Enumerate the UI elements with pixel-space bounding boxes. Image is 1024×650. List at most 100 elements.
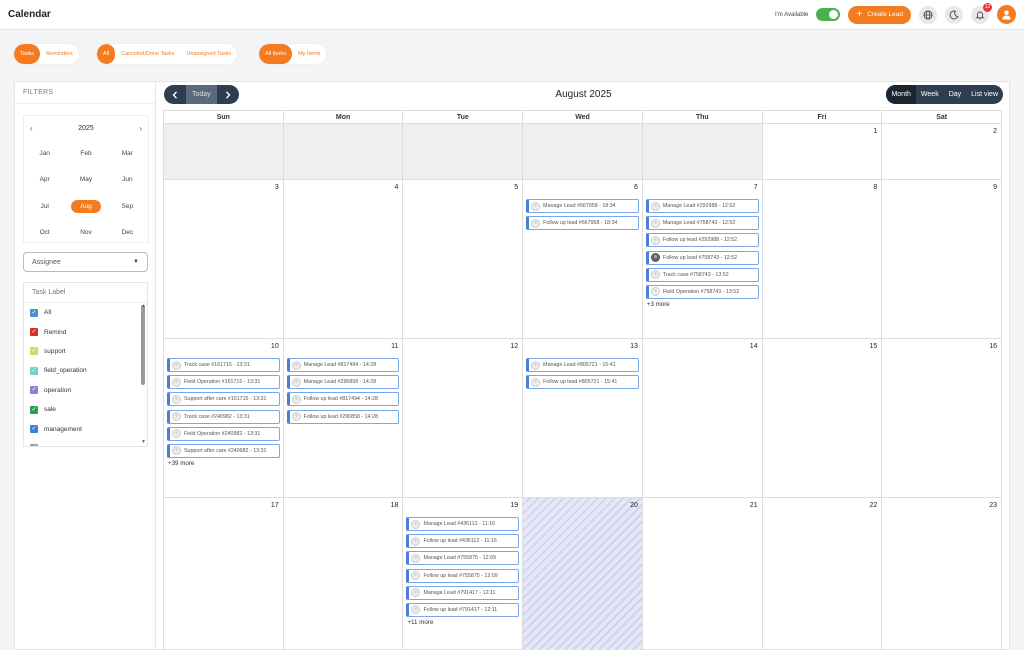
day-cell[interactable] bbox=[282, 124, 403, 179]
month-feb[interactable]: Feb bbox=[65, 140, 106, 167]
month-may[interactable]: May bbox=[65, 167, 106, 194]
prev-month-button[interactable] bbox=[164, 85, 186, 104]
task-label-item[interactable]: ✓ bbox=[24, 439, 147, 446]
day-cell[interactable]: 8 bbox=[761, 180, 882, 338]
pill-status-1[interactable]: Canceled/Done Tasks bbox=[115, 44, 180, 64]
calendar-event[interactable]: Follow up lead #436112 - 11:16 bbox=[406, 534, 520, 549]
pill-scope-1[interactable]: My Items bbox=[292, 44, 326, 64]
calendar-event[interactable]: Manage Lead #791417 - 12:11 bbox=[406, 585, 520, 600]
day-cell[interactable] bbox=[163, 124, 283, 179]
assignee-select[interactable]: Assignee ▼ bbox=[23, 252, 148, 272]
user-avatar[interactable] bbox=[997, 5, 1016, 24]
day-cell[interactable]: 17 bbox=[163, 498, 283, 650]
day-cell[interactable]: 15 bbox=[761, 339, 882, 497]
calendar-event[interactable]: Follow up lead #292988 - 12:52 bbox=[645, 233, 759, 248]
pill-type-1[interactable]: Reminders bbox=[40, 44, 79, 64]
create-lead-button[interactable]: + Create Lead bbox=[848, 5, 911, 24]
month-aug[interactable]: Aug bbox=[65, 193, 106, 220]
calendar-event[interactable]: Manage Lead #290858 - 14:28 bbox=[286, 375, 400, 390]
label-scrollbar[interactable] bbox=[141, 305, 145, 445]
view-list-view-button[interactable]: List view bbox=[966, 85, 1003, 104]
calendar-event[interactable]: Manage Lead #436112 - 11:16 bbox=[406, 517, 520, 531]
month-apr[interactable]: Apr bbox=[24, 167, 65, 194]
pill-scope-0[interactable]: All Items bbox=[259, 44, 293, 64]
prev-year-icon[interactable]: ‹ bbox=[30, 124, 33, 133]
calendar-event[interactable]: Follow up lead #817494 - 14:28 bbox=[286, 392, 400, 407]
day-cell[interactable]: 5 bbox=[402, 180, 522, 338]
day-cell[interactable]: 2 bbox=[881, 124, 1003, 179]
day-cell[interactable]: 20 bbox=[522, 498, 642, 650]
day-cell[interactable]: 23 bbox=[881, 498, 1003, 650]
day-cell[interactable]: 22 bbox=[761, 498, 882, 650]
day-cell[interactable]: 21 bbox=[641, 498, 762, 650]
checkbox-checked-icon[interactable]: ✓ bbox=[30, 444, 38, 446]
checkbox-checked-icon[interactable]: ✓ bbox=[30, 308, 38, 317]
next-month-button[interactable] bbox=[217, 85, 239, 104]
day-cell[interactable]: 6 Manage Lead #667958 - 18:34 Follow up le… bbox=[522, 180, 642, 338]
more-events-link[interactable]: +11 more bbox=[406, 619, 519, 626]
calendar-event[interactable]: Manage Lead #292988 - 12:52 bbox=[645, 199, 759, 213]
day-cell[interactable]: 16 bbox=[881, 339, 1003, 497]
calendar-event[interactable]: Field Operation #240982 - 13:31 bbox=[167, 426, 280, 441]
month-oct[interactable]: Oct bbox=[24, 220, 65, 247]
pill-type-0[interactable]: Tasks bbox=[14, 44, 41, 64]
calendar-event[interactable]: Track case #758743 - 13:52 bbox=[645, 267, 759, 282]
checkbox-checked-icon[interactable]: ✓ bbox=[30, 328, 38, 337]
month-jan[interactable]: Jan bbox=[24, 140, 65, 167]
calendar-event[interactable]: Follow up lead #758743 - 12:52 bbox=[645, 250, 759, 265]
calendar-event[interactable]: Support after care #161715 - 13:31 bbox=[167, 392, 280, 407]
task-label-item[interactable]: ✓ support bbox=[24, 342, 147, 361]
today-button[interactable]: Today bbox=[186, 85, 217, 104]
month-dec[interactable]: Dec bbox=[107, 220, 148, 247]
month-mar[interactable]: Mar bbox=[107, 140, 148, 167]
scrollbar-thumb[interactable] bbox=[141, 305, 145, 385]
task-label-item[interactable]: ✓ Remind bbox=[24, 322, 147, 341]
availability-toggle[interactable] bbox=[816, 8, 841, 21]
day-cell[interactable]: 3 bbox=[163, 180, 283, 338]
month-jul[interactable]: Jul bbox=[24, 193, 65, 220]
task-label-item[interactable]: ✓ field_operation bbox=[24, 361, 147, 380]
more-events-link[interactable]: +39 more bbox=[167, 460, 280, 467]
month-jun[interactable]: Jun bbox=[107, 167, 148, 194]
day-cell[interactable]: 12 bbox=[402, 339, 522, 497]
day-cell[interactable] bbox=[402, 124, 523, 179]
task-label-item[interactable]: ✓ operation bbox=[24, 381, 147, 400]
day-cell[interactable]: 10 Track case #161715 - 13:31 Field Operat… bbox=[163, 339, 283, 497]
language-button[interactable] bbox=[919, 5, 937, 24]
calendar-event[interactable]: Track case #240982 - 13:31 bbox=[167, 409, 280, 424]
calendar-event[interactable]: Follow up lead #755875 - 12:09 bbox=[406, 568, 520, 583]
calendar-event[interactable]: Manage Lead #758743 - 12:52 bbox=[645, 216, 759, 231]
task-label-item[interactable]: ✓ management bbox=[24, 419, 147, 438]
scroll-down-icon[interactable]: ▼ bbox=[141, 439, 146, 445]
task-label-item[interactable]: ✓ All bbox=[24, 303, 147, 322]
checkbox-checked-icon[interactable]: ✓ bbox=[30, 425, 38, 434]
day-cell[interactable]: 18 bbox=[282, 498, 403, 650]
more-events-link[interactable]: +3 more bbox=[646, 301, 759, 308]
calendar-event[interactable]: Manage Lead #817494 - 14:28 bbox=[286, 358, 400, 372]
checkbox-checked-icon[interactable]: ✓ bbox=[30, 386, 38, 395]
calendar-event[interactable]: Track case #161715 - 13:31 bbox=[167, 358, 280, 372]
checkbox-checked-icon[interactable]: ✓ bbox=[30, 347, 38, 356]
calendar-event[interactable]: Follow up lead #667958 - 18:34 bbox=[526, 216, 639, 231]
task-label-item[interactable]: ✓ sale bbox=[24, 400, 147, 419]
day-cell[interactable] bbox=[641, 124, 762, 179]
day-cell[interactable]: 11 Manage Lead #817494 - 14:28 Manage Lead… bbox=[282, 339, 403, 497]
day-cell[interactable]: 19 Manage Lead #436112 - 11:16 Follow up l… bbox=[402, 498, 522, 650]
day-cell[interactable] bbox=[522, 124, 642, 179]
checkbox-checked-icon[interactable]: ✓ bbox=[30, 405, 38, 414]
notifications-button[interactable]: 12 bbox=[971, 2, 992, 24]
next-year-icon[interactable]: › bbox=[139, 124, 142, 133]
calendar-event[interactable]: Support after care #240982 - 13:31 bbox=[167, 443, 280, 458]
theme-toggle-button[interactable] bbox=[945, 5, 963, 24]
day-cell[interactable]: 4 bbox=[282, 180, 403, 338]
view-week-button[interactable]: Week bbox=[916, 85, 944, 104]
view-month-button[interactable]: Month bbox=[886, 85, 916, 104]
calendar-event[interactable]: Manage Lead #755875 - 12:09 bbox=[406, 551, 520, 566]
scroll-up-icon[interactable]: ▲ bbox=[141, 303, 146, 309]
day-cell[interactable]: 1 bbox=[761, 124, 882, 179]
calendar-event[interactable]: Manage Lead #667958 - 18:34 bbox=[526, 199, 639, 213]
view-day-button[interactable]: Day bbox=[944, 85, 966, 104]
checkbox-checked-icon[interactable]: ✓ bbox=[30, 366, 38, 375]
day-cell[interactable]: 9 bbox=[881, 180, 1003, 338]
pill-status-0[interactable]: All bbox=[97, 44, 116, 64]
